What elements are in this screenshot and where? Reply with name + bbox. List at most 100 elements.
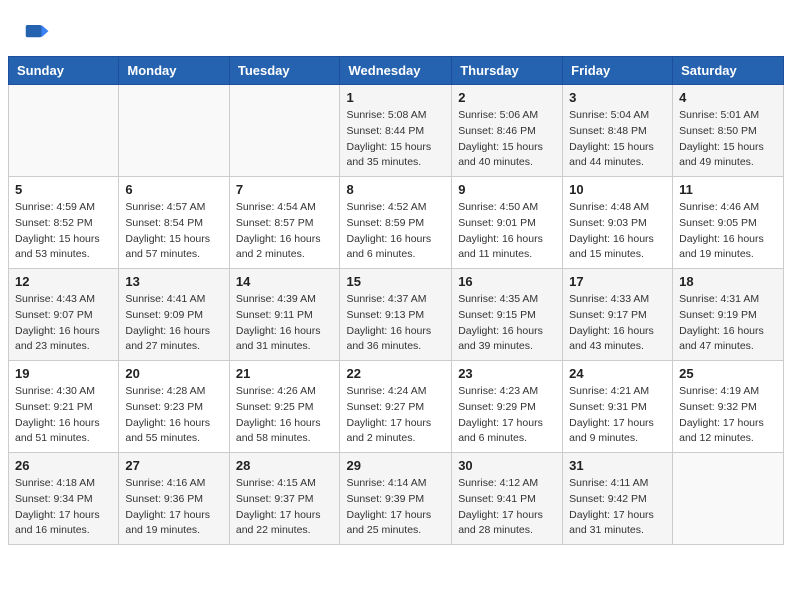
day-info: Sunrise: 4:11 AMSunset: 9:42 PMDaylight:… xyxy=(569,476,666,539)
day-number: 19 xyxy=(15,366,112,381)
header-day-tuesday: Tuesday xyxy=(229,57,340,85)
day-info: Sunrise: 4:46 AMSunset: 9:05 PMDaylight:… xyxy=(679,200,777,263)
calendar-week-2: 5 Sunrise: 4:59 AMSunset: 8:52 PMDaylight… xyxy=(9,177,784,269)
day-info: Sunrise: 4:48 AMSunset: 9:03 PMDaylight:… xyxy=(569,200,666,263)
day-number: 5 xyxy=(15,182,112,197)
day-info: Sunrise: 4:50 AMSunset: 9:01 PMDaylight:… xyxy=(458,200,556,263)
day-number: 1 xyxy=(346,90,445,105)
day-info: Sunrise: 4:35 AMSunset: 9:15 PMDaylight:… xyxy=(458,292,556,355)
calendar-cell: 18 Sunrise: 4:31 AMSunset: 9:19 PMDayligh… xyxy=(673,269,784,361)
calendar-cell: 20 Sunrise: 4:28 AMSunset: 9:23 PMDayligh… xyxy=(119,361,229,453)
calendar-cell: 21 Sunrise: 4:26 AMSunset: 9:25 PMDayligh… xyxy=(229,361,340,453)
day-number: 24 xyxy=(569,366,666,381)
day-number: 3 xyxy=(569,90,666,105)
day-number: 20 xyxy=(125,366,222,381)
calendar-cell: 5 Sunrise: 4:59 AMSunset: 8:52 PMDaylight… xyxy=(9,177,119,269)
calendar-week-1: 1 Sunrise: 5:08 AMSunset: 8:44 PMDaylight… xyxy=(9,85,784,177)
calendar-header: SundayMondayTuesdayWednesdayThursdayFrid… xyxy=(9,57,784,85)
calendar-cell: 14 Sunrise: 4:39 AMSunset: 9:11 PMDayligh… xyxy=(229,269,340,361)
calendar-cell: 1 Sunrise: 5:08 AMSunset: 8:44 PMDaylight… xyxy=(340,85,452,177)
day-number: 15 xyxy=(346,274,445,289)
day-info: Sunrise: 4:21 AMSunset: 9:31 PMDaylight:… xyxy=(569,384,666,447)
calendar-cell: 23Sunrise: 4:23 AMSunset: 9:29 PMDayligh… xyxy=(452,361,563,453)
day-number: 16 xyxy=(458,274,556,289)
day-number: 18 xyxy=(679,274,777,289)
day-number: 14 xyxy=(236,274,334,289)
calendar-cell: 26 Sunrise: 4:18 AMSunset: 9:34 PMDayligh… xyxy=(9,453,119,545)
day-info: Sunrise: 5:06 AMSunset: 8:46 PMDaylight:… xyxy=(458,108,556,171)
calendar-week-4: 19 Sunrise: 4:30 AMSunset: 9:21 PMDayligh… xyxy=(9,361,784,453)
day-info: Sunrise: 5:08 AMSunset: 8:44 PMDaylight:… xyxy=(346,108,445,171)
header-day-thursday: Thursday xyxy=(452,57,563,85)
calendar-cell: 6Sunrise: 4:57 AMSunset: 8:54 PMDaylight… xyxy=(119,177,229,269)
day-info: Sunrise: 5:01 AMSunset: 8:50 PMDaylight:… xyxy=(679,108,777,171)
day-number: 4 xyxy=(679,90,777,105)
day-number: 25 xyxy=(679,366,777,381)
calendar-cell: 11 Sunrise: 4:46 AMSunset: 9:05 PMDayligh… xyxy=(673,177,784,269)
calendar-cell: 24 Sunrise: 4:21 AMSunset: 9:31 PMDayligh… xyxy=(563,361,673,453)
calendar-cell: 10 Sunrise: 4:48 AMSunset: 9:03 PMDayligh… xyxy=(563,177,673,269)
day-info: Sunrise: 4:16 AMSunset: 9:36 PMDaylight:… xyxy=(125,476,222,539)
calendar-cell: 22 Sunrise: 4:24 AMSunset: 9:27 PMDayligh… xyxy=(340,361,452,453)
day-number: 7 xyxy=(236,182,334,197)
header-day-friday: Friday xyxy=(563,57,673,85)
day-number: 21 xyxy=(236,366,334,381)
calendar-cell: 25 Sunrise: 4:19 AMSunset: 9:32 PMDayligh… xyxy=(673,361,784,453)
day-info: Sunrise: 4:26 AMSunset: 9:25 PMDaylight:… xyxy=(236,384,334,447)
calendar-cell: 29Sunrise: 4:14 AMSunset: 9:39 PMDayligh… xyxy=(340,453,452,545)
day-number: 12 xyxy=(15,274,112,289)
day-info: Sunrise: 4:41 AMSunset: 9:09 PMDaylight:… xyxy=(125,292,222,355)
calendar-week-3: 12Sunrise: 4:43 AMSunset: 9:07 PMDayligh… xyxy=(9,269,784,361)
day-number: 29 xyxy=(346,458,445,473)
day-number: 26 xyxy=(15,458,112,473)
day-info: Sunrise: 4:30 AMSunset: 9:21 PMDaylight:… xyxy=(15,384,112,447)
day-info: Sunrise: 4:15 AMSunset: 9:37 PMDaylight:… xyxy=(236,476,334,539)
day-number: 17 xyxy=(569,274,666,289)
day-info: Sunrise: 4:33 AMSunset: 9:17 PMDaylight:… xyxy=(569,292,666,355)
day-info: Sunrise: 4:54 AMSunset: 8:57 PMDaylight:… xyxy=(236,200,334,263)
calendar-cell: 17 Sunrise: 4:33 AMSunset: 9:17 PMDayligh… xyxy=(563,269,673,361)
calendar-cell: 27Sunrise: 4:16 AMSunset: 9:36 PMDayligh… xyxy=(119,453,229,545)
calendar-cell: 28Sunrise: 4:15 AMSunset: 9:37 PMDayligh… xyxy=(229,453,340,545)
day-number: 13 xyxy=(125,274,222,289)
calendar-cell: 3 Sunrise: 5:04 AMSunset: 8:48 PMDaylight… xyxy=(563,85,673,177)
calendar-body: 1 Sunrise: 5:08 AMSunset: 8:44 PMDaylight… xyxy=(9,85,784,545)
day-number: 31 xyxy=(569,458,666,473)
day-info: Sunrise: 4:12 AMSunset: 9:41 PMDaylight:… xyxy=(458,476,556,539)
day-info: Sunrise: 4:19 AMSunset: 9:32 PMDaylight:… xyxy=(679,384,777,447)
day-info: Sunrise: 4:57 AMSunset: 8:54 PMDaylight:… xyxy=(125,200,222,263)
day-info: Sunrise: 4:31 AMSunset: 9:19 PMDaylight:… xyxy=(679,292,777,355)
day-number: 2 xyxy=(458,90,556,105)
calendar-cell: 12Sunrise: 4:43 AMSunset: 9:07 PMDayligh… xyxy=(9,269,119,361)
day-info: Sunrise: 4:59 AMSunset: 8:52 PMDaylight:… xyxy=(15,200,112,263)
calendar-cell: 30 Sunrise: 4:12 AMSunset: 9:41 PMDayligh… xyxy=(452,453,563,545)
day-info: Sunrise: 4:24 AMSunset: 9:27 PMDaylight:… xyxy=(346,384,445,447)
day-number: 11 xyxy=(679,182,777,197)
day-info: Sunrise: 4:28 AMSunset: 9:23 PMDaylight:… xyxy=(125,384,222,447)
day-number: 9 xyxy=(458,182,556,197)
calendar-cell: 15 Sunrise: 4:37 AMSunset: 9:13 PMDayligh… xyxy=(340,269,452,361)
calendar-table: SundayMondayTuesdayWednesdayThursdayFrid… xyxy=(8,56,784,545)
logo-icon xyxy=(24,18,52,46)
calendar-wrapper: SundayMondayTuesdayWednesdayThursdayFrid… xyxy=(0,56,792,553)
day-number: 8 xyxy=(346,182,445,197)
header-day-wednesday: Wednesday xyxy=(340,57,452,85)
day-info: Sunrise: 4:39 AMSunset: 9:11 PMDaylight:… xyxy=(236,292,334,355)
header-day-saturday: Saturday xyxy=(673,57,784,85)
calendar-cell: 4 Sunrise: 5:01 AMSunset: 8:50 PMDaylight… xyxy=(673,85,784,177)
calendar-cell xyxy=(229,85,340,177)
day-number: 10 xyxy=(569,182,666,197)
calendar-week-5: 26 Sunrise: 4:18 AMSunset: 9:34 PMDayligh… xyxy=(9,453,784,545)
calendar-cell: 7 Sunrise: 4:54 AMSunset: 8:57 PMDaylight… xyxy=(229,177,340,269)
day-info: Sunrise: 5:04 AMSunset: 8:48 PMDaylight:… xyxy=(569,108,666,171)
day-number: 30 xyxy=(458,458,556,473)
header-day-monday: Monday xyxy=(119,57,229,85)
day-number: 22 xyxy=(346,366,445,381)
calendar-cell: 9 Sunrise: 4:50 AMSunset: 9:01 PMDaylight… xyxy=(452,177,563,269)
day-info: Sunrise: 4:37 AMSunset: 9:13 PMDaylight:… xyxy=(346,292,445,355)
calendar-cell xyxy=(119,85,229,177)
calendar-cell xyxy=(9,85,119,177)
day-info: Sunrise: 4:52 AMSunset: 8:59 PMDaylight:… xyxy=(346,200,445,263)
day-info: Sunrise: 4:18 AMSunset: 9:34 PMDaylight:… xyxy=(15,476,112,539)
page-header xyxy=(0,0,792,56)
